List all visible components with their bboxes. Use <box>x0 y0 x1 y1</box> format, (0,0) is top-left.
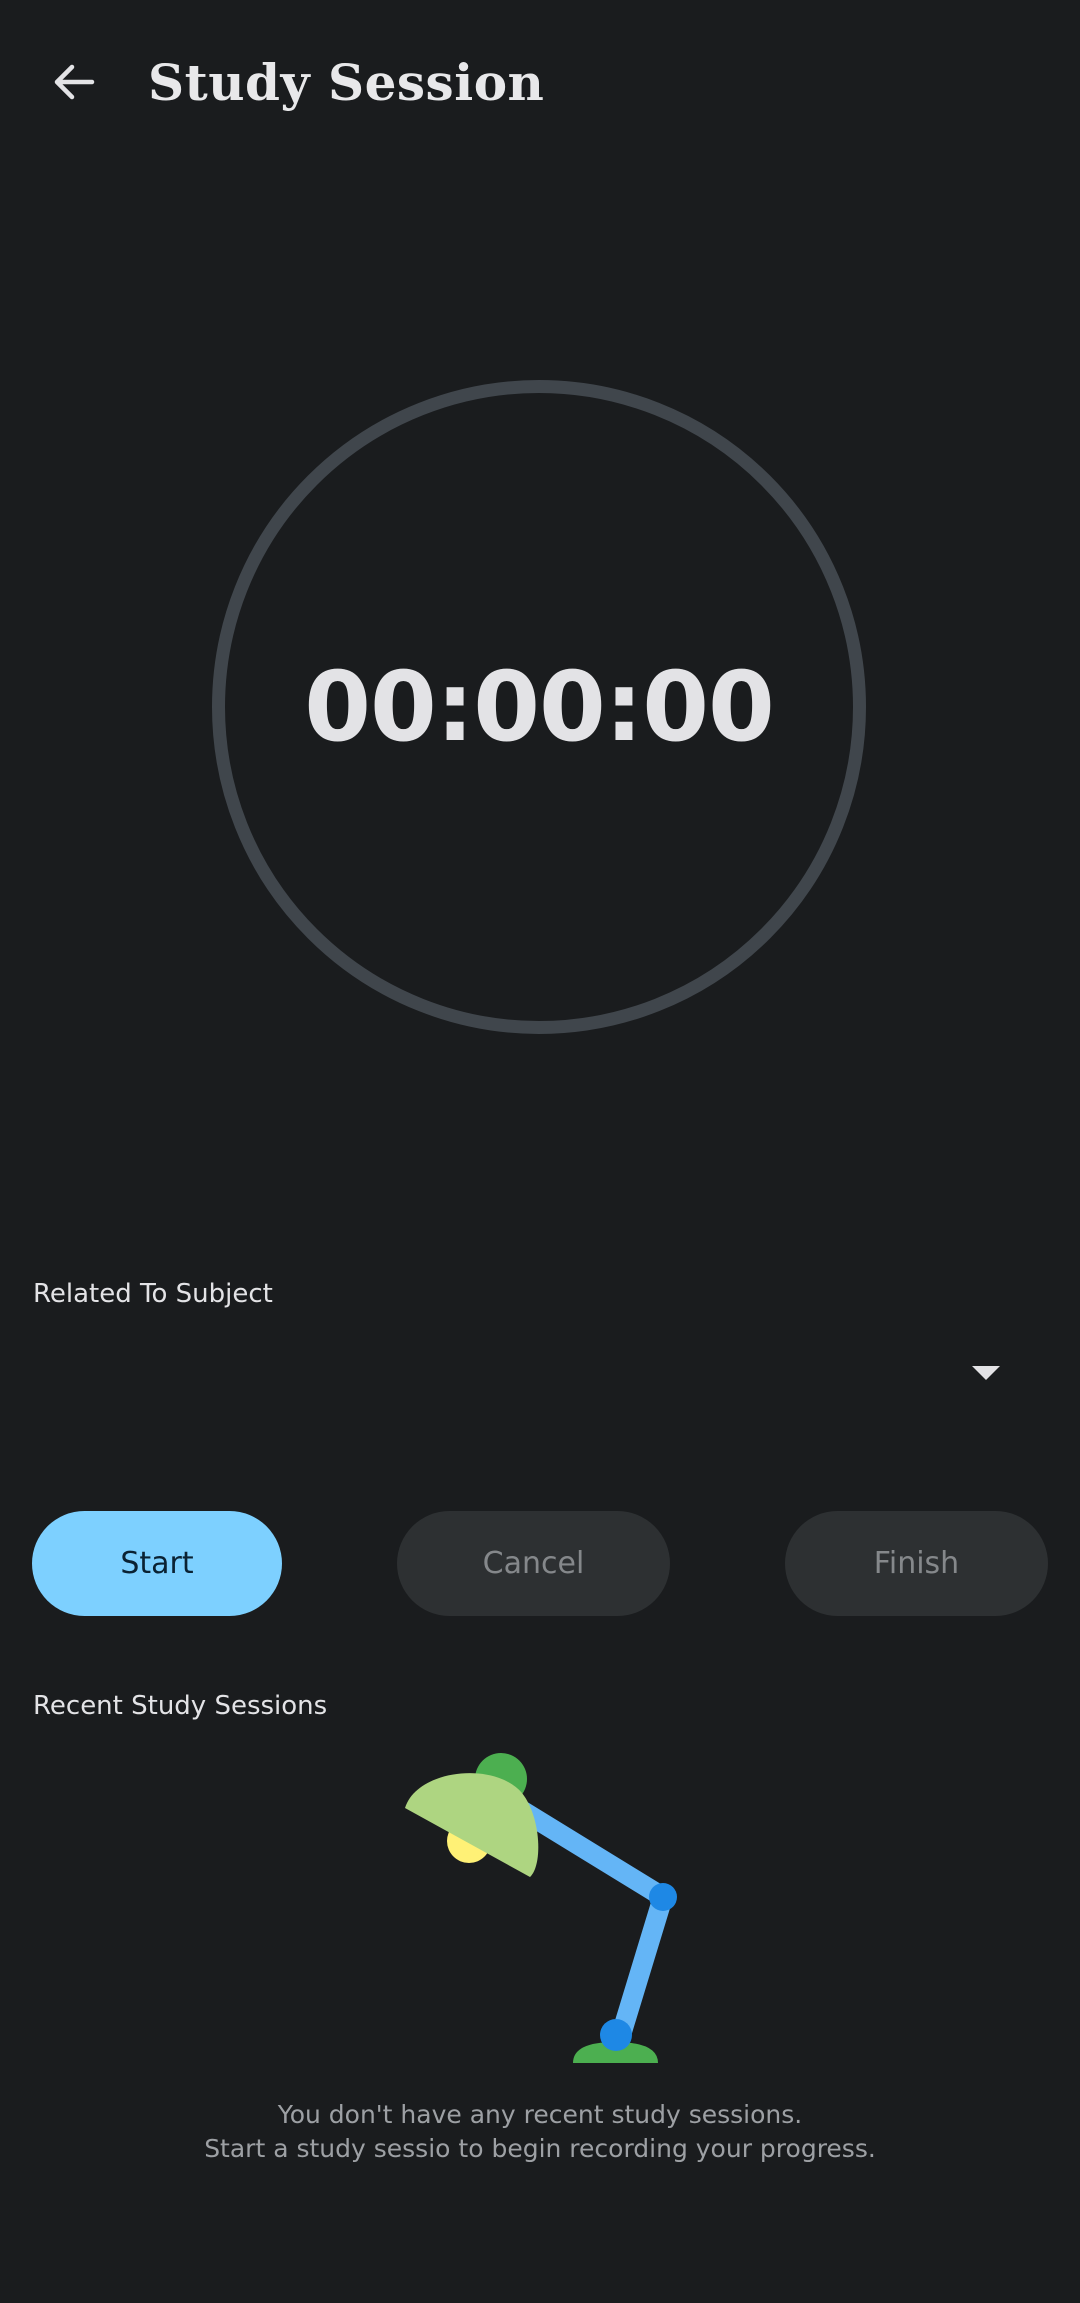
recent-sessions-heading: Recent Study Sessions <box>33 1691 328 1721</box>
subject-dropdown[interactable] <box>0 1330 1080 1420</box>
cancel-button[interactable]: Cancel <box>397 1511 670 1616</box>
timer-ring: 00:00:00 <box>212 380 866 1034</box>
desk-lamp-illustration <box>405 1753 677 2063</box>
dropdown-arrow-icon <box>972 1366 1000 1380</box>
related-subject-label: Related To Subject <box>33 1279 273 1309</box>
top-app-bar: Study Session <box>0 0 1080 170</box>
start-button[interactable]: Start <box>32 1511 282 1616</box>
empty-state-message: You don't have any recent study sessions… <box>0 2098 1080 2166</box>
finish-button[interactable]: Finish <box>785 1511 1048 1616</box>
empty-state-line-2: Start a study sessio to begin recording … <box>204 2134 876 2163</box>
empty-state-line-1: You don't have any recent study sessions… <box>277 2100 803 2129</box>
arrow-back-icon <box>54 64 95 100</box>
back-button[interactable] <box>36 44 112 120</box>
page-title: Study Session <box>148 53 545 112</box>
timer-display: 00:00:00 <box>304 651 775 763</box>
